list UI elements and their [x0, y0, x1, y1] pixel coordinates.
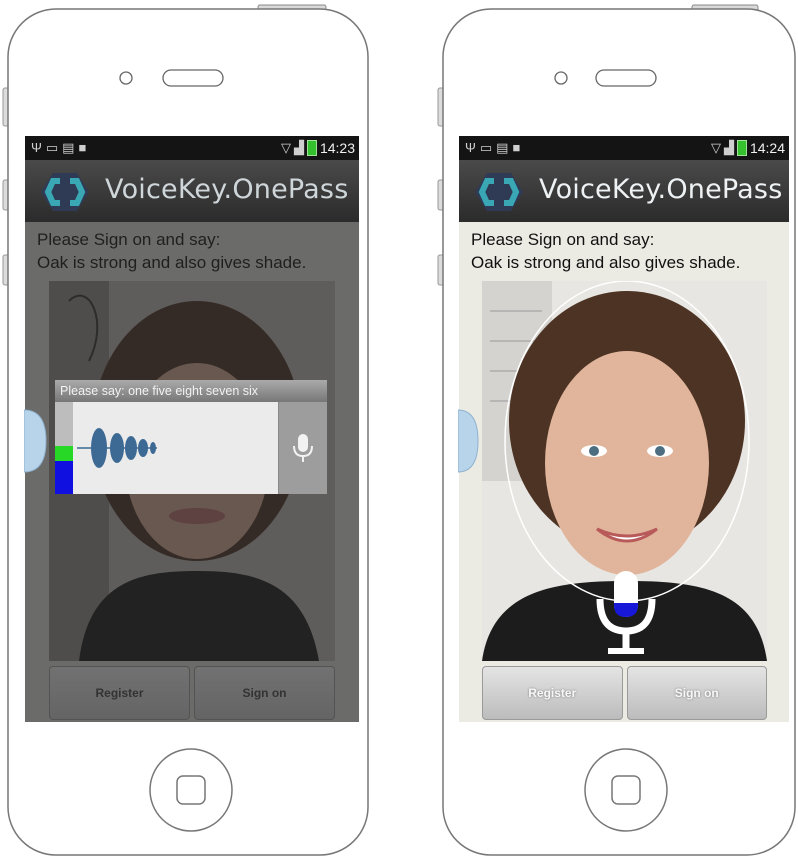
- sign-on-button[interactable]: Sign on: [626, 666, 767, 720]
- level-green: [55, 446, 73, 461]
- status-bar: Ψ ▭ ▤ ■ ▽ ▟ 14:24: [459, 136, 789, 160]
- sim-icon: ▤: [62, 140, 75, 155]
- voice-dialog: Please say: one five eight seven six: [55, 380, 327, 494]
- screenshot-icon: ■: [512, 140, 521, 155]
- waveform: [77, 428, 157, 468]
- phone-right: Ψ ▭ ▤ ■ ▽ ▟ 14:24 VoiceKey.OnePass Pleas…: [430, 0, 798, 859]
- audio-level-meter: [55, 402, 73, 494]
- screen: Ψ ▭ ▤ ■ ▽ ▟ 14:23 VoiceKey.OnePass Pleas…: [25, 136, 359, 722]
- wifi-icon: ▽: [280, 140, 291, 155]
- voice-dialog-title: Please say: one five eight seven six: [55, 380, 327, 402]
- wifi-icon: ▽: [710, 140, 721, 155]
- status-bar: Ψ ▭ ▤ ■ ▽ ▟ 14:23: [25, 136, 359, 160]
- app-header: VoiceKey.OnePass: [25, 160, 359, 222]
- record-button[interactable]: [278, 402, 327, 494]
- signal-icon: ▟: [723, 140, 734, 155]
- app-logo-icon: [475, 173, 523, 211]
- notification-icon: ▭: [479, 140, 493, 155]
- action-buttons: Register Sign on: [482, 666, 767, 720]
- status-time: 14:24: [749, 140, 785, 156]
- side-drawer-handle[interactable]: [458, 408, 480, 474]
- microphone-icon: [293, 434, 313, 462]
- usb-icon: Ψ: [465, 140, 476, 155]
- battery-icon: [736, 140, 747, 156]
- camera-preview: [482, 281, 767, 661]
- side-drawer-handle[interactable]: [24, 408, 48, 474]
- level-blue: [55, 461, 73, 494]
- register-button[interactable]: Register: [482, 666, 623, 720]
- battery-icon: [306, 140, 317, 156]
- home-button[interactable]: [147, 746, 235, 834]
- screenshot-icon: ■: [78, 140, 87, 155]
- app-title: VoiceKey.OnePass: [105, 174, 349, 205]
- sim-icon: ▤: [496, 140, 509, 155]
- microphone-icon: [596, 571, 656, 654]
- prompt-text: Please Sign on and say: Oak is strong an…: [471, 228, 740, 274]
- prompt-line-2: Oak is strong and also gives shade.: [471, 253, 741, 272]
- usb-icon: Ψ: [31, 140, 42, 155]
- screen: Ψ ▭ ▤ ■ ▽ ▟ 14:24 VoiceKey.OnePass Pleas…: [459, 136, 789, 722]
- prompt-line-1: Please Sign on and say:: [471, 230, 655, 249]
- phone-left: Ψ ▭ ▤ ■ ▽ ▟ 14:23 VoiceKey.OnePass Pleas…: [0, 0, 380, 859]
- app-title: VoiceKey.OnePass: [539, 174, 783, 205]
- voice-dialog-body: [55, 402, 327, 494]
- signal-icon: ▟: [293, 140, 304, 155]
- app-logo-icon: [41, 173, 89, 211]
- notification-icon: ▭: [45, 140, 59, 155]
- status-time: 14:23: [319, 140, 355, 156]
- app-header: VoiceKey.OnePass: [459, 160, 789, 222]
- home-button[interactable]: [582, 746, 670, 834]
